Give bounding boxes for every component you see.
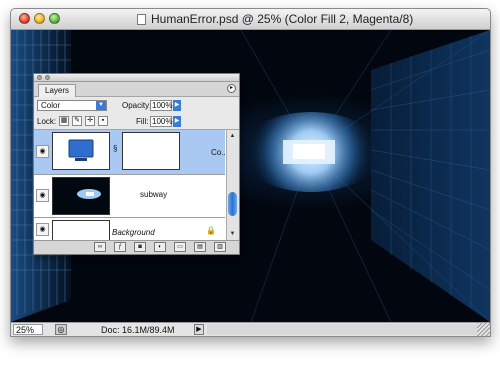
title-bar[interactable]: HumanError.psd @ 25% (Color Fill 2, Mage…	[11, 9, 490, 30]
blend-mode-select[interactable]: Color ▼	[37, 100, 107, 111]
panel-collapse-icon[interactable]	[45, 75, 50, 80]
zoom-field[interactable]: 25%	[13, 324, 43, 335]
subway-thumbnail	[52, 177, 110, 215]
window-title: HumanError.psd @ 25% (Color Fill 2, Mage…	[151, 12, 414, 26]
layer-name: Background	[112, 228, 155, 237]
scroll-thumb[interactable]	[228, 192, 237, 216]
group-icon[interactable]: ▭	[174, 242, 186, 252]
monitor-icon	[68, 139, 94, 161]
eye-icon[interactable]: ◉	[36, 223, 49, 236]
panel-close-icon[interactable]	[37, 75, 42, 80]
panel-tab-row: Layers ▸	[34, 82, 239, 97]
tab-layers[interactable]: Layers	[38, 84, 77, 97]
layer-row-color-fill[interactable]: ◉ § Co...	[34, 130, 228, 175]
panel-menu-icon[interactable]: ▸	[227, 84, 236, 93]
layer-list: ◉ § Co... ◉ subway ◉ Background 🔒 ▲ ▼	[34, 130, 239, 240]
lock-transparent-icon[interactable]: ▦	[59, 116, 69, 126]
document-icon	[137, 14, 146, 25]
horizontal-scrollbar[interactable]	[207, 324, 477, 335]
panel-titlebar[interactable]	[34, 74, 239, 82]
color-fill-thumbnail	[52, 132, 110, 170]
eye-icon[interactable]: ◉	[36, 189, 49, 202]
zoom-button[interactable]	[49, 13, 60, 24]
lock-label: Lock:	[37, 117, 57, 126]
status-preview-icon[interactable]: ◎	[55, 324, 67, 335]
link-icon[interactable]: ∞	[94, 242, 106, 252]
status-menu-arrow-icon[interactable]: ▶	[194, 324, 204, 335]
layers-panel: Layers ▸ Color ▼ Opacity: 100% ▶ Lock: ▦…	[33, 73, 240, 255]
lock-brush-icon[interactable]: ✎	[72, 116, 82, 126]
fill-label: Fill:	[136, 117, 149, 126]
trash-icon[interactable]: ▥	[214, 242, 226, 252]
layer-row-background[interactable]: ◉ Background 🔒	[34, 218, 225, 240]
fill-field[interactable]: 100%	[150, 116, 172, 127]
lock-icon: 🔒	[206, 226, 216, 235]
opacity-field[interactable]: 100%	[150, 100, 172, 111]
scroll-down-icon[interactable]: ▼	[228, 230, 237, 238]
status-bar: 25% ◎ Doc: 16.1M/89.4M ▶	[11, 322, 490, 336]
eye-icon[interactable]: ◉	[36, 145, 49, 158]
lock-all-icon[interactable]: ▪	[98, 116, 108, 126]
tunnel-thumbnail-graphic	[77, 189, 101, 199]
layer-style-icon[interactable]: ƒ	[114, 242, 126, 252]
chevron-down-icon: ▼	[96, 101, 106, 110]
scroll-up-icon[interactable]: ▲	[228, 132, 237, 140]
layer-name: subway	[140, 190, 168, 199]
blend-mode-value: Color	[41, 101, 61, 110]
new-layer-icon[interactable]: ▤	[194, 242, 206, 252]
blend-opacity-row: Color ▼ Opacity: 100% ▶	[34, 97, 239, 113]
panel-bottom-toolbar: ∞ ƒ ◙ ◐ ▭ ▤ ▥	[34, 240, 239, 254]
layer-mask-thumbnail	[122, 132, 180, 170]
close-button[interactable]	[19, 13, 30, 24]
lock-fill-row: Lock: ▦ ✎ ✛ ▪ Fill: 100% ▶	[34, 113, 239, 130]
minimize-button[interactable]	[34, 13, 45, 24]
lock-move-icon[interactable]: ✛	[85, 116, 95, 126]
layers-scrollbar[interactable]: ▲ ▼	[226, 130, 239, 240]
background-thumbnail	[52, 220, 110, 240]
adjustment-icon[interactable]: ◐	[154, 242, 166, 252]
document-size: Doc: 16.1M/89.4M	[101, 325, 175, 335]
fill-slider-arrow-icon[interactable]: ▶	[173, 116, 181, 127]
layer-row-subway[interactable]: ◉ subway	[34, 175, 225, 218]
chain-link-icon[interactable]: §	[113, 144, 117, 153]
mask-icon[interactable]: ◙	[134, 242, 146, 252]
opacity-slider-arrow-icon[interactable]: ▶	[173, 100, 181, 111]
resize-grip-icon[interactable]	[477, 323, 490, 336]
opacity-label: Opacity:	[122, 101, 152, 110]
